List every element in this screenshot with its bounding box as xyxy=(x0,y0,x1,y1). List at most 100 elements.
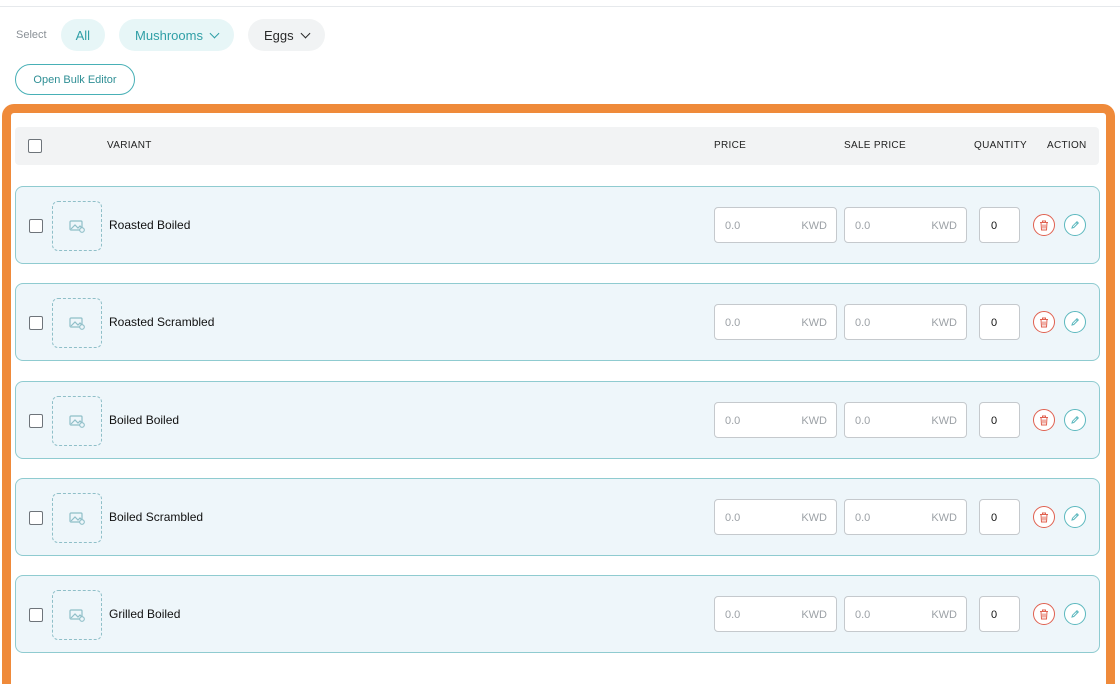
pencil-icon xyxy=(1071,609,1080,618)
sale-price-value: 0.0 xyxy=(855,609,871,621)
sale-price-input[interactable]: 0.0 KWD xyxy=(844,402,967,438)
variant-name: Roasted Scrambled xyxy=(109,315,215,329)
sale-price-input[interactable]: 0.0 KWD xyxy=(844,499,967,535)
row-checkbox[interactable] xyxy=(29,414,43,428)
top-divider xyxy=(0,6,1120,7)
header-variant: VARIANT xyxy=(107,140,152,151)
sale-price-input[interactable]: 0.0 KWD xyxy=(844,596,967,632)
sale-price-currency: KWD xyxy=(931,415,957,427)
sale-price-currency: KWD xyxy=(931,512,957,524)
trash-icon xyxy=(1040,317,1048,327)
price-input[interactable]: 0.0 KWD xyxy=(714,207,837,243)
delete-button[interactable] xyxy=(1033,506,1055,528)
price-currency: KWD xyxy=(801,609,827,621)
image-placeholder-icon xyxy=(69,609,85,622)
sale-price-input[interactable]: 0.0 KWD xyxy=(844,304,967,340)
edit-button[interactable] xyxy=(1064,409,1086,431)
variant-image-upload[interactable] xyxy=(52,396,102,446)
filter-chip-label: All xyxy=(75,27,91,43)
quantity-input[interactable]: 0 xyxy=(979,402,1020,438)
image-placeholder-icon xyxy=(69,415,85,428)
image-placeholder-icon xyxy=(69,512,85,525)
variant-name: Boiled Boiled xyxy=(109,413,180,427)
variant-name: Grilled Boiled xyxy=(109,607,181,621)
chevron-down-icon xyxy=(300,28,311,38)
delete-button[interactable] xyxy=(1033,409,1055,431)
sale-price-currency: KWD xyxy=(931,317,957,329)
table-row: Boiled Boiled 0.0 KWD 0.0 KWD 0 xyxy=(15,381,1100,459)
table-row: Roasted Boiled 0.0 KWD 0.0 KWD 0 xyxy=(15,186,1100,264)
filter-chip-label: Mushrooms xyxy=(135,27,203,43)
header-quantity: QUANTITY xyxy=(974,140,1027,151)
sale-price-value: 0.0 xyxy=(855,512,871,524)
sale-price-currency: KWD xyxy=(931,609,957,621)
row-checkbox[interactable] xyxy=(29,316,43,330)
filter-chip-all[interactable]: All xyxy=(60,19,106,51)
edit-button[interactable] xyxy=(1064,603,1086,625)
variant-image-upload[interactable] xyxy=(52,201,102,251)
delete-button[interactable] xyxy=(1033,311,1055,333)
quantity-input[interactable]: 0 xyxy=(979,304,1020,340)
edit-button[interactable] xyxy=(1064,506,1086,528)
price-input[interactable]: 0.0 KWD xyxy=(714,499,837,535)
open-bulk-editor-button[interactable]: Open Bulk Editor xyxy=(15,64,135,95)
table-row: Grilled Boiled 0.0 KWD 0.0 KWD 0 xyxy=(15,575,1100,653)
price-input[interactable]: 0.0 KWD xyxy=(714,304,837,340)
select-all-checkbox[interactable] xyxy=(28,139,42,153)
sale-price-value: 0.0 xyxy=(855,415,871,427)
price-value: 0.0 xyxy=(725,317,741,329)
price-currency: KWD xyxy=(801,317,827,329)
variant-image-upload[interactable] xyxy=(52,298,102,348)
select-label: Select xyxy=(16,29,47,41)
image-placeholder-icon xyxy=(69,220,85,233)
table-row: Roasted Scrambled 0.0 KWD 0.0 KWD 0 xyxy=(15,283,1100,361)
header-price: PRICE xyxy=(714,140,747,151)
edit-button[interactable] xyxy=(1064,214,1086,236)
filter-chip-mushrooms[interactable]: Mushrooms xyxy=(119,19,234,51)
price-value: 0.0 xyxy=(725,609,741,621)
variant-name: Roasted Boiled xyxy=(109,218,191,232)
quantity-input[interactable]: 0 xyxy=(979,596,1020,632)
filter-chip-label: Eggs xyxy=(263,27,294,43)
price-currency: KWD xyxy=(801,220,827,232)
variant-image-upload[interactable] xyxy=(52,590,102,640)
trash-icon xyxy=(1040,220,1048,230)
row-checkbox[interactable] xyxy=(29,511,43,525)
header-sale-price: SALE PRICE xyxy=(844,140,906,151)
price-value: 0.0 xyxy=(725,220,741,232)
sale-price-currency: KWD xyxy=(931,220,957,232)
price-input[interactable]: 0.0 KWD xyxy=(714,402,837,438)
filter-chip-eggs[interactable]: Eggs xyxy=(247,19,325,51)
edit-button[interactable] xyxy=(1064,311,1086,333)
sale-price-value: 0.0 xyxy=(855,220,871,232)
quantity-input[interactable]: 0 xyxy=(979,207,1020,243)
pencil-icon xyxy=(1071,220,1080,229)
chevron-down-icon xyxy=(209,28,220,38)
price-input[interactable]: 0.0 KWD xyxy=(714,596,837,632)
row-checkbox[interactable] xyxy=(29,608,43,622)
delete-button[interactable] xyxy=(1033,603,1055,625)
sale-price-value: 0.0 xyxy=(855,317,871,329)
table-row: Boiled Scrambled 0.0 KWD 0.0 KWD 0 xyxy=(15,478,1100,556)
price-value: 0.0 xyxy=(725,512,741,524)
price-value: 0.0 xyxy=(725,415,741,427)
trash-icon xyxy=(1040,609,1048,619)
delete-button[interactable] xyxy=(1033,214,1055,236)
pencil-icon xyxy=(1071,512,1080,521)
table-header: VARIANT PRICE SALE PRICE QUANTITY ACTION xyxy=(15,127,1099,165)
filter-bar: Select All Mushrooms Eggs xyxy=(16,19,339,51)
price-currency: KWD xyxy=(801,415,827,427)
quantity-input[interactable]: 0 xyxy=(979,499,1020,535)
variants-table-panel: VARIANT PRICE SALE PRICE QUANTITY ACTION… xyxy=(2,104,1115,684)
row-checkbox[interactable] xyxy=(29,219,43,233)
variant-image-upload[interactable] xyxy=(52,493,102,543)
image-placeholder-icon xyxy=(69,317,85,330)
header-action: ACTION xyxy=(1047,140,1087,151)
trash-icon xyxy=(1040,415,1048,425)
pencil-icon xyxy=(1071,317,1080,326)
trash-icon xyxy=(1040,512,1048,522)
variant-name: Boiled Scrambled xyxy=(109,510,204,524)
pencil-icon xyxy=(1071,415,1080,424)
sale-price-input[interactable]: 0.0 KWD xyxy=(844,207,967,243)
price-currency: KWD xyxy=(801,512,827,524)
